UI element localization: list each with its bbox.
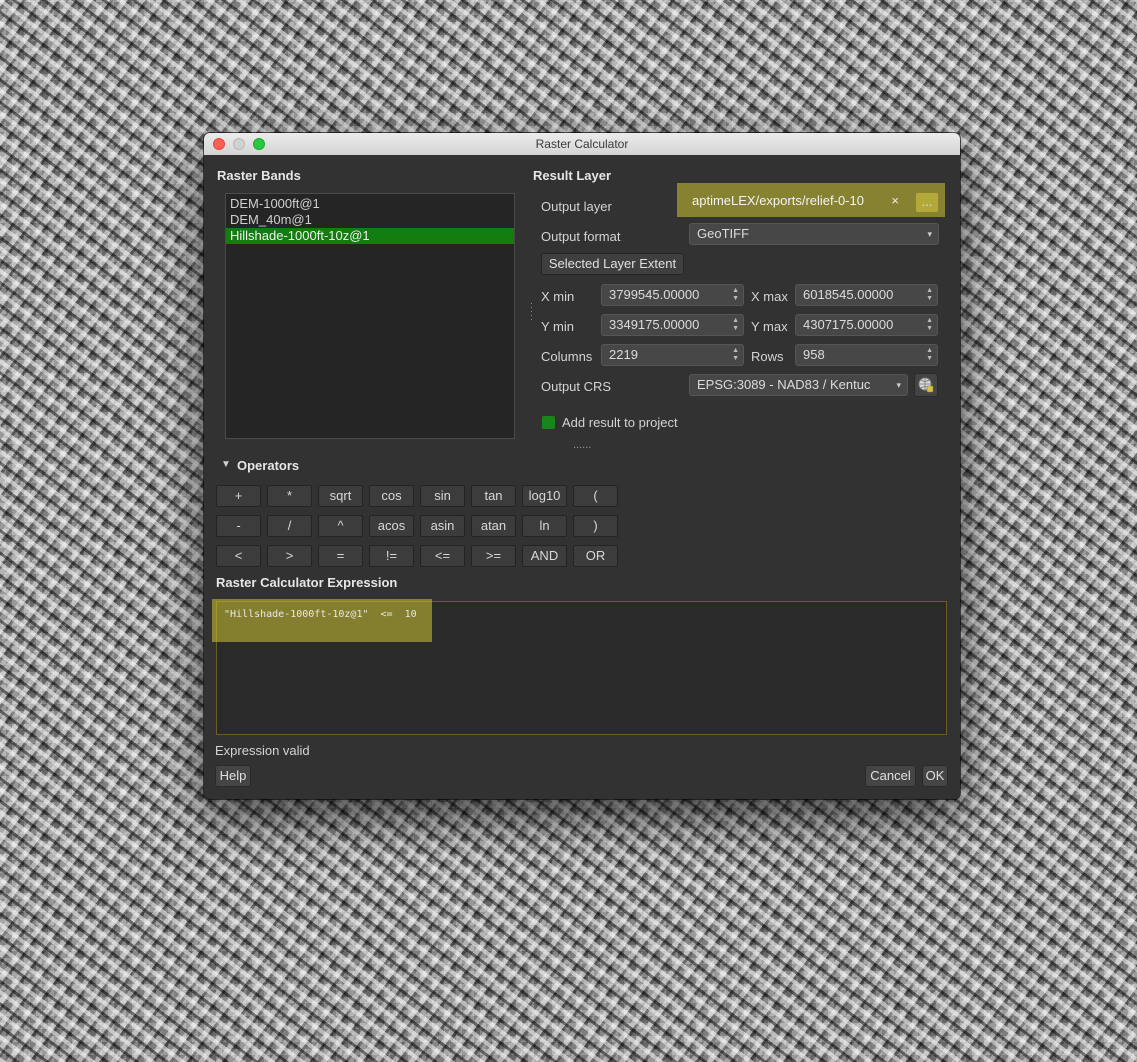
operator-button[interactable]: log10 bbox=[522, 485, 567, 507]
output-layer-field[interactable]: aptimeLEX/exports/relief-0-10 × bbox=[685, 191, 907, 213]
rows-value: 958 bbox=[803, 347, 825, 362]
raster-bands-heading: Raster Bands bbox=[217, 168, 301, 183]
dialog-content: Raster Bands DEM-1000ft@1 DEM_40m@1 Hill… bbox=[204, 155, 960, 799]
operator-button[interactable]: / bbox=[267, 515, 312, 537]
ymin-spinbox[interactable]: 3349175.00000 ▲ ▼ bbox=[601, 314, 744, 336]
operator-button[interactable]: sin bbox=[420, 485, 465, 507]
columns-value: 2219 bbox=[609, 347, 638, 362]
expression-editor[interactable]: "Hillshade-1000ft-10z@1" <= 10 bbox=[212, 599, 947, 735]
add-result-label: Add result to project bbox=[562, 415, 678, 430]
columns-label: Columns bbox=[541, 349, 593, 364]
spin-arrows-icon[interactable]: ▲ ▼ bbox=[732, 347, 739, 363]
xmin-spinbox[interactable]: 3799545.00000 ▲ ▼ bbox=[601, 284, 744, 306]
output-format-value: GeoTIFF bbox=[697, 226, 750, 241]
output-crs-value: EPSG:3089 - NAD83 / Kentuc bbox=[697, 377, 871, 392]
raster-band-item-selected[interactable]: Hillshade-1000ft-10z@1 bbox=[226, 228, 514, 244]
operator-button[interactable]: cos bbox=[369, 485, 414, 507]
ymin-label: Y min bbox=[541, 319, 574, 334]
rows-label: Rows bbox=[751, 349, 784, 364]
clear-icon[interactable]: × bbox=[891, 191, 899, 211]
operator-button[interactable]: asin bbox=[420, 515, 465, 537]
spin-arrows-icon[interactable]: ▲ ▼ bbox=[732, 287, 739, 303]
crs-selector-button[interactable] bbox=[914, 373, 938, 397]
output-layer-label: Output layer bbox=[541, 199, 612, 214]
operator-button[interactable]: != bbox=[369, 545, 414, 567]
raster-calculator-dialog: Raster Calculator Raster Bands DEM-1000f… bbox=[204, 133, 960, 799]
spin-arrows-icon[interactable]: ▲ ▼ bbox=[926, 347, 933, 363]
operator-button[interactable]: tan bbox=[471, 485, 516, 507]
add-result-checkbox[interactable] bbox=[542, 416, 555, 429]
expression-highlight bbox=[212, 599, 432, 642]
operator-button[interactable]: = bbox=[318, 545, 363, 567]
title-bar[interactable]: Raster Calculator bbox=[204, 133, 960, 156]
globe-icon bbox=[918, 377, 934, 393]
operator-button[interactable]: < bbox=[216, 545, 261, 567]
xmax-label: X max bbox=[751, 289, 788, 304]
operator-button[interactable]: + bbox=[216, 485, 261, 507]
spin-arrows-icon[interactable]: ▲ ▼ bbox=[926, 317, 933, 333]
operator-button[interactable]: AND bbox=[522, 545, 567, 567]
xmax-value: 6018545.00000 bbox=[803, 287, 894, 302]
operator-button[interactable]: - bbox=[216, 515, 261, 537]
chevron-down-icon: ▾ bbox=[896, 380, 901, 390]
chevron-down-icon: ▾ bbox=[927, 229, 932, 239]
expression-text: "Hillshade-1000ft-10z@1" <= 10 bbox=[224, 609, 417, 620]
operator-button[interactable]: ^ bbox=[318, 515, 363, 537]
operator-button[interactable]: > bbox=[267, 545, 312, 567]
raster-band-item[interactable]: DEM-1000ft@1 bbox=[226, 196, 514, 212]
operator-button[interactable]: * bbox=[267, 485, 312, 507]
collapse-arrow-icon[interactable]: ▼ bbox=[221, 459, 231, 470]
selected-layer-extent-button[interactable]: Selected Layer Extent bbox=[541, 253, 684, 275]
operator-button[interactable]: acos bbox=[369, 515, 414, 537]
rows-spinbox[interactable]: 958 ▲ ▼ bbox=[795, 344, 938, 366]
raster-bands-list[interactable]: DEM-1000ft@1 DEM_40m@1 Hillshade-1000ft-… bbox=[225, 193, 515, 439]
operator-button[interactable]: ( bbox=[573, 485, 618, 507]
ymin-value: 3349175.00000 bbox=[609, 317, 700, 332]
browse-button[interactable]: ... bbox=[915, 192, 939, 213]
expression-heading: Raster Calculator Expression bbox=[216, 575, 398, 590]
output-layer-value: aptimeLEX/exports/relief-0-10 bbox=[692, 193, 864, 208]
xmax-spinbox[interactable]: 6018545.00000 ▲ ▼ bbox=[795, 284, 938, 306]
spin-arrows-icon[interactable]: ▲ ▼ bbox=[926, 287, 933, 303]
ymax-label: Y max bbox=[751, 319, 788, 334]
xmin-value: 3799545.00000 bbox=[609, 287, 700, 302]
window-title: Raster Calculator bbox=[535, 137, 629, 151]
columns-spinbox[interactable]: 2219 ▲ ▼ bbox=[601, 344, 744, 366]
operator-button[interactable]: ln bbox=[522, 515, 567, 537]
output-format-select[interactable]: GeoTIFF ▾ bbox=[689, 223, 939, 245]
operator-button[interactable]: sqrt bbox=[318, 485, 363, 507]
splitter-handle-icon[interactable]: · · · · · bbox=[530, 299, 533, 324]
spin-arrows-icon[interactable]: ▲ ▼ bbox=[732, 317, 739, 333]
operator-button[interactable]: <= bbox=[420, 545, 465, 567]
raster-band-item[interactable]: DEM_40m@1 bbox=[226, 212, 514, 228]
ymax-spinbox[interactable]: 4307175.00000 ▲ ▼ bbox=[795, 314, 938, 336]
operator-button[interactable]: OR bbox=[573, 545, 618, 567]
ok-button[interactable]: OK bbox=[922, 765, 948, 787]
output-crs-label: Output CRS bbox=[541, 379, 612, 394]
operator-button[interactable]: ) bbox=[573, 515, 618, 537]
ymax-value: 4307175.00000 bbox=[803, 317, 894, 332]
xmin-label: X min bbox=[541, 289, 575, 304]
operators-heading[interactable]: Operators bbox=[237, 458, 299, 473]
expression-status: Expression valid bbox=[215, 743, 310, 758]
operator-button[interactable]: atan bbox=[471, 515, 516, 537]
result-layer-heading: Result Layer bbox=[533, 168, 612, 183]
output-crs-select[interactable]: EPSG:3089 - NAD83 / Kentuc ▾ bbox=[689, 374, 908, 396]
help-button[interactable]: Help bbox=[215, 765, 251, 787]
resize-dots[interactable]: ...... bbox=[573, 439, 591, 451]
output-format-label: Output format bbox=[541, 229, 621, 244]
operator-button[interactable]: >= bbox=[471, 545, 516, 567]
cancel-button[interactable]: Cancel bbox=[865, 765, 916, 787]
